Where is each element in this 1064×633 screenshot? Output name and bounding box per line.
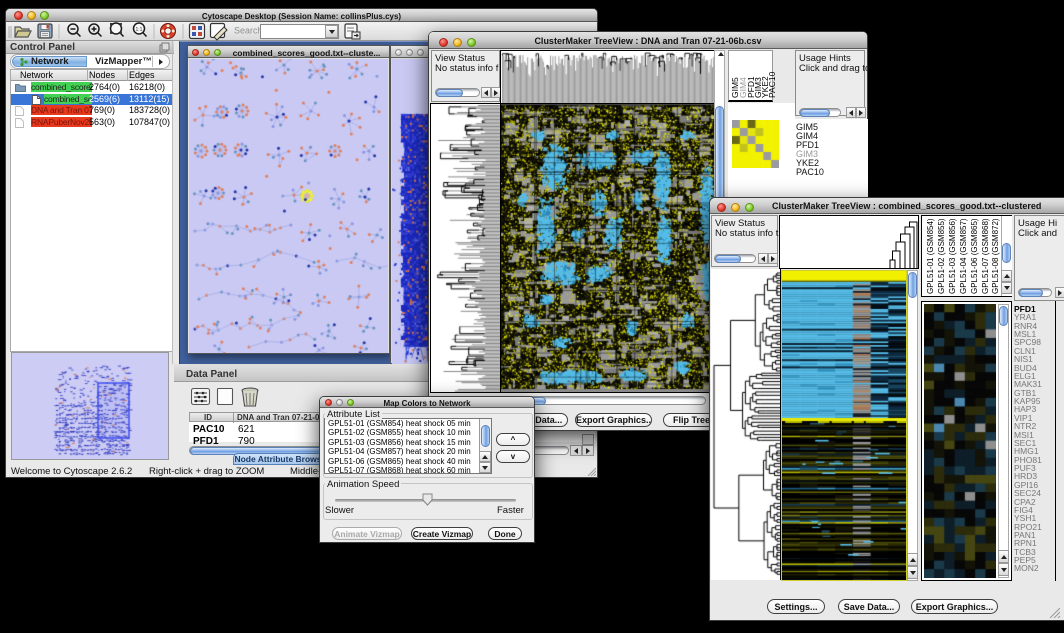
svg-text:1:1: 1:1 bbox=[136, 27, 143, 33]
